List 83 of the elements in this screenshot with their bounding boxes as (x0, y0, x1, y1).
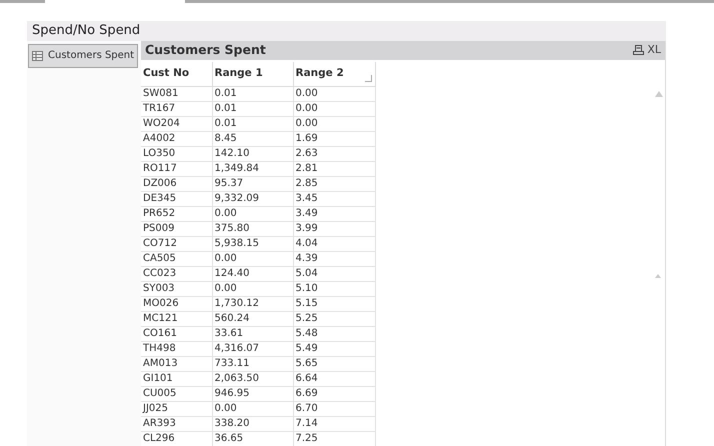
table-cell: CA505 (141, 252, 212, 266)
table-cell: DE345 (141, 192, 212, 206)
table-cell: 5.10 (293, 282, 375, 296)
table-cell: 5.48 (293, 326, 375, 342)
table-cell: 8.45 (212, 132, 293, 146)
table-cell: 2,063.50 (212, 372, 293, 386)
table-cell: CU005 (141, 386, 212, 402)
table-cell: 9,332.09 (212, 192, 293, 206)
table-cell: 5.25 (293, 312, 375, 326)
table-cell: AR393 (141, 416, 212, 432)
table-cell: PR652 (141, 206, 212, 222)
table-cell: 142.10 (212, 146, 293, 162)
table-cell: RO117 (141, 162, 212, 176)
table-cell: 0.00 (293, 102, 375, 116)
table-cell: 1.69 (293, 132, 375, 146)
table-cell: 124.40 (212, 266, 293, 282)
table-cell: 338.20 (212, 416, 293, 432)
table-cell: MC121 (141, 312, 212, 326)
table-cell: 4.39 (293, 252, 375, 266)
table-cell: 0.00 (212, 252, 293, 266)
table-cell: 6.69 (293, 386, 375, 402)
table-cell: 7.14 (293, 416, 375, 432)
sheet-title: Spend/No Spend (32, 22, 140, 40)
table-cell: 4,316.07 (212, 342, 293, 356)
table-cell: 5.49 (293, 342, 375, 356)
table-cell: 3.99 (293, 222, 375, 236)
sort-indicator-icon (364, 75, 372, 82)
table-cell: PS009 (141, 222, 212, 236)
print-icon[interactable] (633, 45, 644, 55)
table-cell: 946.95 (212, 386, 293, 402)
table-cell: LO350 (141, 146, 212, 162)
table-cell: GI101 (141, 372, 212, 386)
table-cell: 3.45 (293, 192, 375, 206)
table-cell: CO161 (141, 326, 212, 342)
table-cell: 0.01 (212, 86, 293, 102)
table-cell: 0.00 (293, 116, 375, 132)
table-cell: 2.81 (293, 162, 375, 176)
table-cell: 0.00 (212, 206, 293, 222)
table-cell: MO026 (141, 296, 212, 312)
table-cell: 5.04 (293, 266, 375, 282)
table-cell: AM013 (141, 356, 212, 372)
table-cell: 2.63 (293, 146, 375, 162)
table-cell: 5.65 (293, 356, 375, 372)
table-cell: TH498 (141, 342, 212, 356)
table-cell: 1,349.84 (212, 162, 293, 176)
table-cell: 5,938.15 (212, 236, 293, 252)
table-cell: 0.01 (212, 116, 293, 132)
column-header[interactable]: Range 1 (212, 62, 293, 86)
table-cell: 95.37 (212, 176, 293, 192)
table-cell: 33.61 (212, 326, 293, 342)
table-cell: SW081 (141, 86, 212, 102)
table-cell: CO712 (141, 236, 212, 252)
table-cell: 5.15 (293, 296, 375, 312)
table-cell: 0.00 (212, 402, 293, 416)
table-icon (32, 50, 43, 60)
object-title: Customers Spent (145, 40, 266, 59)
table-cell: 733.11 (212, 356, 293, 372)
column-header[interactable]: Cust No (141, 62, 212, 86)
table-cell: DZ006 (141, 176, 212, 192)
table-cell: CC023 (141, 266, 212, 282)
table-cell: SY003 (141, 282, 212, 296)
table-cell: 0.01 (212, 102, 293, 116)
table-cell: TR167 (141, 102, 212, 116)
table-cell: A4002 (141, 132, 212, 146)
table-cell: 36.65 (212, 432, 293, 446)
table-cell: WO204 (141, 116, 212, 132)
column-header[interactable]: Range 2 (293, 62, 375, 86)
table-cell: JJ025 (141, 402, 212, 416)
table-cell: 6.64 (293, 372, 375, 386)
table-cell: 6.70 (293, 402, 375, 416)
table-cell: 560.24 (212, 312, 293, 326)
table-cell: 2.85 (293, 176, 375, 192)
table-cell: 1,730.12 (212, 296, 293, 312)
table-cell: 4.04 (293, 236, 375, 252)
export-excel-link[interactable]: XL (647, 42, 661, 58)
table-cell: 0.00 (212, 282, 293, 296)
sheet-object-button[interactable]: Customers Spent (28, 44, 138, 68)
table-cell: CL296 (141, 432, 212, 446)
table-cell: 3.49 (293, 206, 375, 222)
table-cell: 375.80 (212, 222, 293, 236)
scroll-marker-icon (655, 274, 661, 278)
table-cell: 0.00 (293, 86, 375, 102)
table-cell: 7.25 (293, 432, 375, 446)
